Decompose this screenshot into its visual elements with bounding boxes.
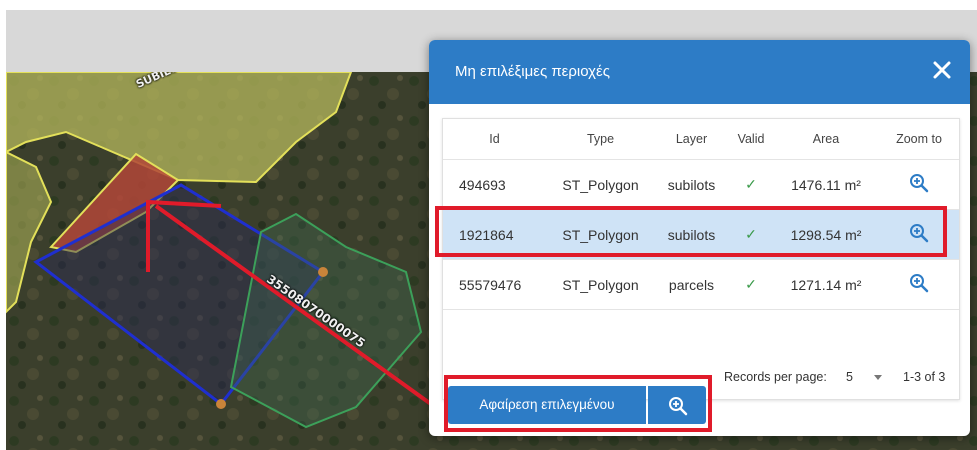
ineligible-areas-dialog: Μη επιλέξιμες περιοχές Id Type Layer Val… (429, 40, 970, 436)
screenshot-stage: SUBILO 35508070000075 Μη επιλέξιμες περι… (0, 0, 977, 450)
cell-layer: subilots (654, 209, 729, 260)
cell-layer: parcels (654, 259, 729, 310)
column-header-layer[interactable]: Layer (654, 119, 729, 160)
cell-valid: ✓ (729, 259, 773, 310)
column-header-area[interactable]: Area (773, 119, 879, 160)
dialog-header: Μη επιλέξιμες περιοχές (429, 40, 970, 104)
cell-id: 494693 (443, 159, 547, 210)
table-header-row: Id Type Layer Valid Area Zoom to (443, 119, 959, 160)
cell-area: 1476.11 m² (773, 159, 879, 210)
table-row-selected[interactable]: 1921864 ST_Polygon subilots ✓ 1298.54 m² (443, 209, 959, 260)
cell-zoom (879, 259, 959, 310)
column-header-type[interactable]: Type (547, 119, 654, 160)
valid-check-icon: ✓ (745, 226, 757, 242)
cell-zoom (879, 159, 959, 210)
dialog-title: Μη επιλέξιμες περιοχές (455, 63, 610, 80)
column-header-valid[interactable]: Valid (729, 119, 773, 160)
vertex-marker[interactable] (318, 267, 328, 277)
results-table: Id Type Layer Valid Area Zoom to 494693 … (443, 119, 959, 310)
vertex-marker[interactable] (216, 399, 226, 409)
cell-area: 1298.54 m² (773, 209, 879, 260)
close-button[interactable] (930, 58, 954, 82)
zoom-to-selected-button[interactable] (648, 386, 706, 424)
table-row[interactable]: 55579476 ST_Polygon parcels ✓ 1271.14 m² (443, 259, 959, 310)
cell-type: ST_Polygon (547, 159, 654, 210)
chevron-down-icon[interactable] (874, 375, 882, 380)
zoom-in-icon[interactable] (909, 173, 929, 196)
cell-type: ST_Polygon (547, 209, 654, 260)
cell-area: 1271.14 m² (773, 259, 879, 310)
cell-valid: ✓ (729, 209, 773, 260)
valid-check-icon: ✓ (745, 176, 757, 192)
table-row[interactable]: 494693 ST_Polygon subilots ✓ 1476.11 m² (443, 159, 959, 210)
column-header-id[interactable]: Id (443, 119, 547, 160)
valid-check-icon: ✓ (745, 276, 757, 292)
cell-id: 55579476 (443, 259, 547, 310)
pagination-range: 1-3 of 3 (903, 370, 946, 384)
records-per-page-select[interactable]: 5 (846, 370, 853, 384)
records-per-page-label: Records per page: (724, 370, 827, 384)
zoom-in-icon[interactable] (909, 273, 929, 296)
results-table-card: Id Type Layer Valid Area Zoom to 494693 … (442, 118, 960, 400)
zoom-in-icon (669, 397, 688, 416)
cell-layer: subilots (654, 159, 729, 210)
cell-type: ST_Polygon (547, 259, 654, 310)
cell-id: 1921864 (443, 209, 547, 260)
remove-selected-button[interactable]: Αφαίρεση επιλεγμένου (448, 386, 646, 424)
cell-valid: ✓ (729, 159, 773, 210)
column-header-zoom-to: Zoom to (879, 119, 959, 160)
cell-zoom (879, 209, 959, 260)
zoom-in-icon[interactable] (909, 223, 929, 246)
close-icon (933, 61, 951, 79)
